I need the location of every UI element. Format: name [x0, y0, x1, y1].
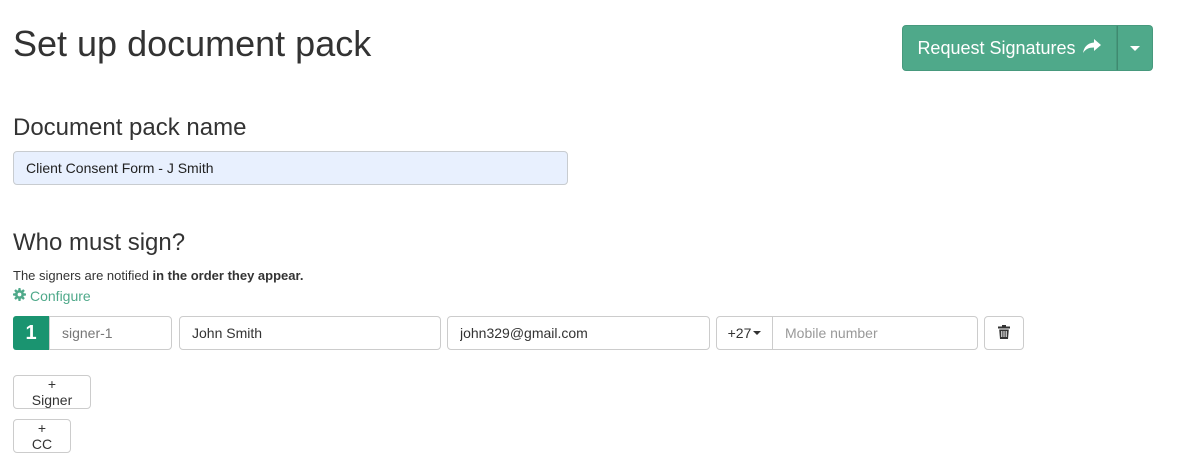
signer-order-badge: 1 — [13, 316, 49, 350]
delete-signer-button[interactable] — [984, 316, 1024, 350]
signer-email-input[interactable] — [447, 316, 710, 350]
pack-name-input[interactable] — [13, 151, 568, 185]
country-code-dropdown[interactable]: +27 — [716, 316, 773, 350]
pack-name-heading: Document pack name — [13, 114, 247, 141]
notice-emphasis: in the order they appear. — [152, 268, 304, 283]
signing-order-notice: The signers are notified in the order th… — [13, 268, 303, 283]
notice-text: The signers are notified — [13, 268, 153, 283]
configure-label: Configure — [30, 288, 91, 304]
share-arrow-icon — [1082, 38, 1102, 59]
request-options-dropdown[interactable] — [1117, 25, 1153, 71]
caret-down-icon — [753, 331, 762, 335]
add-cc-button[interactable]: + CC — [13, 419, 71, 453]
who-must-sign-heading: Who must sign? — [13, 229, 186, 256]
gear-icon — [13, 288, 26, 304]
trash-icon — [998, 324, 1010, 342]
configure-link[interactable]: Configure — [13, 288, 91, 304]
caret-down-icon — [1130, 45, 1140, 51]
country-code-value: +27 — [727, 325, 752, 341]
request-signatures-group: Request Signatures — [902, 25, 1153, 71]
page-title: Set up document pack — [13, 23, 372, 64]
add-signer-button[interactable]: + Signer — [13, 375, 91, 409]
signer-role-input[interactable] — [49, 316, 172, 350]
request-signatures-button[interactable]: Request Signatures — [902, 25, 1117, 71]
signer-name-input[interactable] — [179, 316, 441, 350]
request-signatures-label: Request Signatures — [917, 37, 1076, 58]
signer-mobile-input[interactable] — [772, 316, 978, 350]
